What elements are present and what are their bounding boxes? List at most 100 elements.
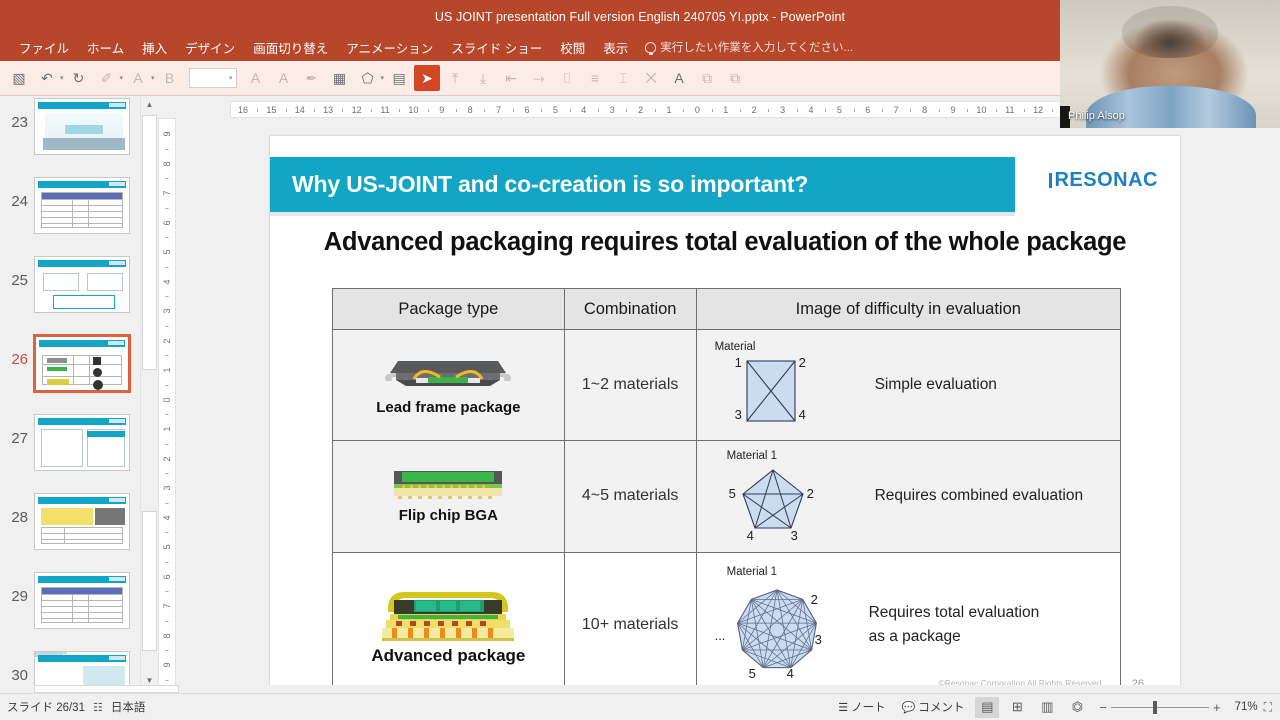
- zoom-level-label[interactable]: 71%: [1235, 701, 1258, 713]
- format-painter-icon[interactable]: ✐: [94, 65, 120, 91]
- language-indicator[interactable]: 日本語: [111, 699, 146, 715]
- thumbnail-item-24[interactable]: 24: [0, 177, 140, 234]
- comments-button[interactable]: 💬 コメント: [897, 697, 970, 717]
- slide-indicator: スライド 26/31: [7, 702, 85, 714]
- horizontal-scrollbar-thumb[interactable]: [34, 685, 179, 693]
- menu-item-ファイル[interactable]: ファイル: [10, 35, 78, 60]
- menu-item-表示[interactable]: 表示: [594, 35, 637, 60]
- align-top-icon[interactable]: ⤒: [442, 65, 468, 91]
- zoom-track-left[interactable]: [1110, 706, 1153, 708]
- evaluation-text-2: Requires combined evaluation: [874, 487, 1084, 505]
- chevron-down-icon[interactable]: ▾: [151, 74, 155, 82]
- chevron-down-icon[interactable]: ▾: [120, 74, 124, 82]
- ruler-tick: [165, 443, 169, 445]
- save-icon[interactable]: ▧: [6, 65, 32, 91]
- thumbnail-item-29[interactable]: 29: [0, 572, 140, 629]
- undo-icon[interactable]: ↶: [34, 65, 60, 91]
- reading-view-button[interactable]: ▥: [1035, 697, 1059, 718]
- align-center-icon[interactable]: ≡: [582, 65, 608, 91]
- tell-me-box[interactable]: 実行したい作業を入力してください...: [645, 39, 853, 55]
- table-row: Advanced package 10+ materials Material …: [332, 551, 1122, 699]
- ruler-tick: [768, 109, 770, 112]
- increase-font-size-icon[interactable]: A: [243, 65, 269, 91]
- ruler-tick: [370, 109, 372, 112]
- notes-button[interactable]: ☰ ノート: [833, 697, 890, 717]
- scrollbar-thumb-lower[interactable]: [142, 511, 157, 651]
- align-bottom-icon[interactable]: ⤑: [526, 65, 552, 91]
- slide-editing-area[interactable]: Why US-JOINT and co-creation is so impor…: [176, 120, 1280, 701]
- menu-item-校閲[interactable]: 校閲: [551, 35, 594, 60]
- distribute-vertical-icon[interactable]: ⤓: [470, 65, 496, 91]
- text-box-icon[interactable]: ▤: [386, 65, 412, 91]
- align-left-icon[interactable]: ⇤: [498, 65, 524, 91]
- thumbnail-item-28[interactable]: 28: [0, 493, 140, 550]
- node-label-2-5: 5: [728, 486, 736, 502]
- bold-icon[interactable]: B: [157, 65, 183, 91]
- thumbnail-preview[interactable]: [34, 493, 130, 550]
- thumbnail-preview[interactable]: [34, 572, 130, 629]
- menu-item-デザイン[interactable]: デザイン: [176, 35, 244, 60]
- menu-item-アニメーション[interactable]: アニメーション: [337, 35, 442, 60]
- thumbnail-preview[interactable]: [34, 335, 130, 392]
- thumbnail-item-23[interactable]: 23: [0, 98, 140, 155]
- insert-table-icon[interactable]: ▦: [327, 65, 353, 91]
- ruler-tick-label: 8: [922, 105, 928, 115]
- thumbnail-scrollbar[interactable]: ▲ ▼: [140, 96, 158, 689]
- menu-item-スライド ショー[interactable]: スライド ショー: [442, 35, 551, 60]
- normal-view-button[interactable]: ▤: [975, 696, 1000, 718]
- ruler-tick-label: 0: [694, 105, 700, 115]
- thumbnail-item-30[interactable]: 30: [0, 651, 140, 689]
- eyedropper-icon[interactable]: ✒: [299, 65, 325, 91]
- zoom-track-right[interactable]: [1156, 706, 1209, 708]
- thumbnail-preview[interactable]: [34, 651, 130, 689]
- scroll-up-button[interactable]: ▲: [141, 96, 158, 113]
- video-overlay[interactable]: Philip Alsop: [1060, 0, 1280, 128]
- thumbnail-item-27[interactable]: 27: [0, 414, 140, 471]
- zoom-slider[interactable]: − +: [1099, 700, 1220, 715]
- menu-item-ホーム[interactable]: ホーム: [78, 35, 133, 60]
- evaluation-text-3-line1: Requires total evaluation: [868, 603, 1040, 621]
- ruler-tick: [484, 109, 486, 112]
- group-icon[interactable]: ⨉: [638, 65, 664, 91]
- chevron-down-icon[interactable]: ▾: [60, 74, 64, 82]
- slideshow-button[interactable]: ⏣: [1065, 697, 1089, 718]
- distribute-horizontal-icon[interactable]: ⌶: [610, 65, 636, 91]
- menu-item-挿入[interactable]: 挿入: [133, 35, 176, 60]
- redo-icon[interactable]: ↻: [66, 65, 92, 91]
- send-backward-icon[interactable]: ⧉: [722, 65, 748, 91]
- thumbnail-item-26[interactable]: 26: [0, 335, 140, 392]
- thumbnail-item-25[interactable]: 25: [0, 256, 140, 313]
- thumbnail-preview[interactable]: [34, 414, 130, 471]
- node-label-1-1: 1: [734, 355, 742, 371]
- ruler-tick: [711, 109, 713, 112]
- font-size-box[interactable]: ▾: [188, 68, 237, 88]
- menu-item-画面切り替え[interactable]: 画面切り替え: [244, 35, 337, 60]
- ruler-tick-label: 5: [836, 105, 842, 115]
- thumbnail-preview[interactable]: [34, 177, 130, 234]
- text-underline-color-icon[interactable]: A: [666, 65, 692, 91]
- fit-to-window-icon[interactable]: ⛶: [1264, 700, 1272, 715]
- chevron-down-icon[interactable]: ▾: [381, 74, 385, 82]
- decrease-font-size-icon[interactable]: A: [271, 65, 297, 91]
- current-slide[interactable]: Why US-JOINT and co-creation is so impor…: [270, 136, 1180, 701]
- ruler-tick: [165, 502, 169, 504]
- ruler-tick: [165, 325, 169, 327]
- align-middle-icon[interactable]: ⌷: [554, 65, 580, 91]
- shapes-icon[interactable]: ⬠: [355, 65, 381, 91]
- slide-sorter-view-button[interactable]: ⊞: [1005, 697, 1029, 718]
- ruler-tick-label: 3: [780, 105, 786, 115]
- bring-forward-icon[interactable]: ⧉: [694, 65, 720, 91]
- zoom-out-button[interactable]: −: [1099, 700, 1107, 715]
- thumbnail-preview[interactable]: [34, 256, 130, 313]
- horizontal-scrollbar[interactable]: [0, 685, 1280, 693]
- font-color-icon[interactable]: A: [125, 65, 151, 91]
- thumbnail-preview[interactable]: [34, 98, 130, 155]
- spellcheck-icon[interactable]: ☷: [93, 701, 103, 714]
- scrollbar-thumb[interactable]: [142, 115, 157, 370]
- zoom-in-button[interactable]: +: [1213, 700, 1221, 715]
- select-pointer-icon[interactable]: ➤: [414, 65, 441, 91]
- ruler-tick-label: 2: [162, 337, 172, 344]
- package-comparison-table: Package type Combination Image of diffic…: [332, 288, 1122, 699]
- ruler-tick-label: 15: [266, 105, 277, 115]
- slide-thumbnail-pane[interactable]: 23 24 25 26 27 28 29 30: [0, 96, 140, 689]
